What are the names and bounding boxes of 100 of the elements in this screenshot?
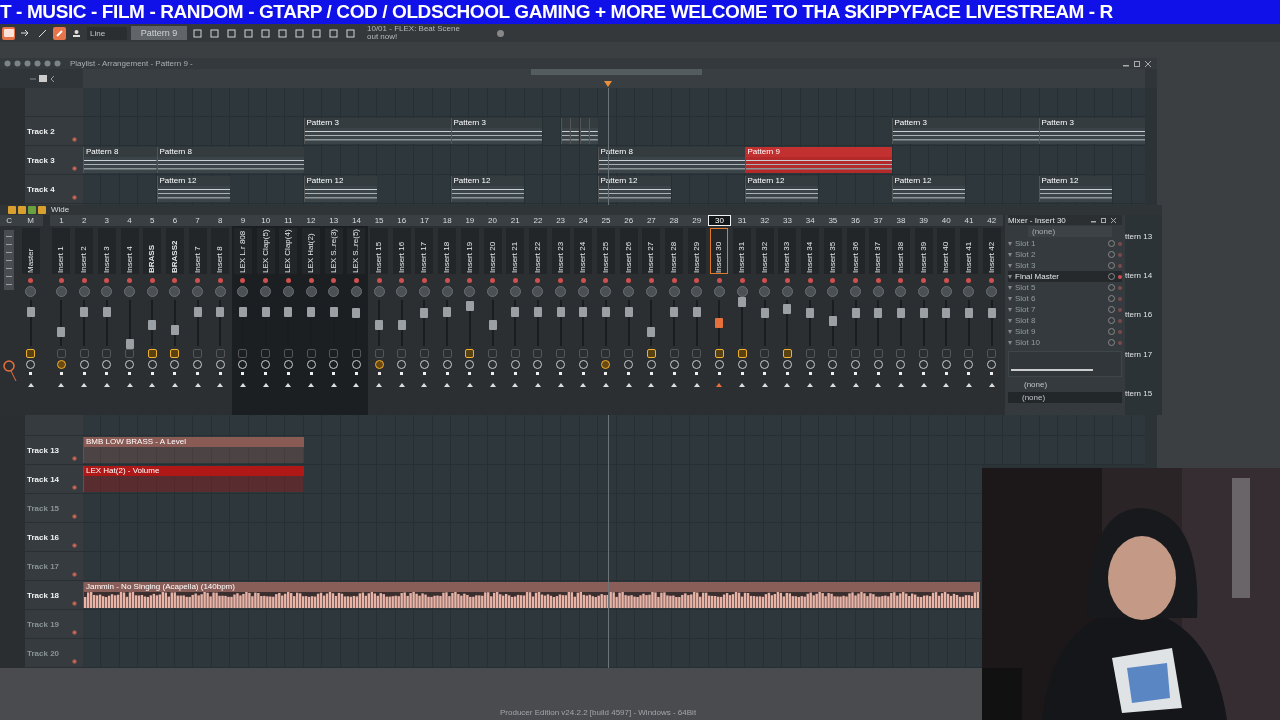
mute-led[interactable] bbox=[898, 278, 904, 283]
mixer-strip[interactable]: 14 LEX S..re(5) bbox=[345, 215, 368, 415]
fader-thumb[interactable] bbox=[375, 320, 384, 331]
strip-name-box[interactable]: Insert 7 bbox=[188, 228, 207, 274]
strip-name-box[interactable]: Insert 17 bbox=[415, 228, 434, 274]
arm-toggle[interactable] bbox=[556, 349, 566, 358]
arm-toggle[interactable] bbox=[964, 349, 974, 358]
mute-led[interactable] bbox=[467, 278, 473, 283]
pan-knob[interactable] bbox=[418, 286, 430, 297]
mute-led[interactable] bbox=[989, 278, 995, 283]
effect-slot[interactable]: Slot 10 bbox=[1008, 337, 1122, 348]
strip-name-box[interactable]: LEX Clap(5) bbox=[256, 228, 275, 274]
strip-name-box[interactable]: Insert 37 bbox=[869, 228, 888, 274]
arm-toggle[interactable] bbox=[283, 349, 293, 358]
fader-thumb[interactable] bbox=[488, 320, 497, 331]
arm-toggle[interactable] bbox=[465, 349, 475, 358]
strip-name-box[interactable]: Insert 39 bbox=[914, 228, 933, 274]
mixer-strip[interactable]: 11 LEX Clap(4) bbox=[277, 215, 300, 415]
fader-thumb[interactable] bbox=[193, 306, 202, 317]
strip-name-box[interactable]: Insert 18 bbox=[438, 228, 457, 274]
fader-thumb[interactable] bbox=[238, 306, 247, 317]
pan-knob[interactable] bbox=[986, 286, 998, 297]
mute-led[interactable] bbox=[966, 278, 972, 283]
mute-led[interactable] bbox=[217, 278, 223, 283]
fader-thumb[interactable] bbox=[760, 307, 769, 318]
arm-toggle[interactable] bbox=[987, 349, 997, 358]
track-header[interactable]: Track 19 bbox=[25, 610, 83, 639]
pattern-clip[interactable] bbox=[579, 118, 589, 144]
arm-toggle[interactable] bbox=[646, 349, 656, 358]
mute-indicator[interactable] bbox=[72, 195, 77, 200]
maximize-icon[interactable] bbox=[1101, 217, 1106, 223]
strip-name-box[interactable]: Insert 8 bbox=[211, 228, 230, 274]
arm-toggle[interactable] bbox=[147, 349, 157, 358]
arm-toggle[interactable] bbox=[215, 349, 225, 358]
fader-thumb[interactable] bbox=[647, 327, 656, 338]
caret-icon[interactable] bbox=[1008, 274, 1012, 279]
mute-led[interactable] bbox=[172, 278, 178, 283]
track-header[interactable]: Track 18 bbox=[25, 581, 83, 610]
pan-knob[interactable] bbox=[169, 286, 181, 297]
mute-led[interactable] bbox=[921, 278, 927, 283]
fader-thumb[interactable] bbox=[216, 306, 225, 317]
fader-thumb[interactable] bbox=[170, 324, 179, 335]
mute-led[interactable] bbox=[149, 278, 155, 283]
fader-thumb[interactable] bbox=[102, 306, 111, 317]
track-header[interactable]: Track 20 bbox=[25, 639, 83, 668]
mute-indicator[interactable] bbox=[72, 659, 77, 664]
arm-toggle[interactable] bbox=[896, 349, 906, 358]
strip-name-box[interactable]: Insert 20 bbox=[483, 228, 502, 274]
pan-knob[interactable] bbox=[101, 286, 113, 297]
strip-name-box[interactable]: Insert 22 bbox=[528, 228, 547, 274]
pan-knob[interactable] bbox=[623, 286, 635, 297]
fader-thumb[interactable] bbox=[942, 307, 951, 318]
arm-toggle[interactable] bbox=[125, 349, 135, 358]
mute-led[interactable] bbox=[28, 278, 34, 283]
mute-indicator[interactable] bbox=[72, 514, 77, 519]
fader-thumb[interactable] bbox=[57, 327, 66, 338]
mute-led[interactable] bbox=[104, 278, 110, 283]
strip-name-box[interactable]: Insert 41 bbox=[959, 228, 978, 274]
fader-thumb[interactable] bbox=[307, 306, 316, 317]
fader-thumb[interactable] bbox=[261, 306, 270, 317]
caret-icon[interactable] bbox=[1008, 329, 1012, 334]
mute-led[interactable] bbox=[512, 278, 518, 283]
arm-toggle[interactable] bbox=[737, 349, 747, 358]
preset-field[interactable]: (none) bbox=[1028, 226, 1112, 237]
pan-knob[interactable] bbox=[282, 286, 294, 297]
pan-knob[interactable] bbox=[963, 286, 975, 297]
pan-knob[interactable] bbox=[260, 286, 272, 297]
pan-knob[interactable] bbox=[464, 286, 476, 297]
strip-name-box[interactable]: Insert 26 bbox=[619, 228, 638, 274]
arm-toggle[interactable] bbox=[760, 349, 770, 358]
mute-led[interactable] bbox=[875, 278, 881, 283]
fader-thumb[interactable] bbox=[851, 307, 860, 318]
fader-thumb[interactable] bbox=[828, 315, 837, 326]
strip-name-box[interactable]: Insert 40 bbox=[937, 228, 956, 274]
strip-name-box[interactable]: Insert 24 bbox=[574, 228, 593, 274]
pattern-selector[interactable]: Pattern 9 bbox=[131, 26, 187, 40]
pan-knob[interactable] bbox=[577, 286, 589, 297]
mute-indicator[interactable] bbox=[72, 485, 77, 490]
strip-name-box[interactable]: LEX L.r 808 bbox=[233, 228, 252, 274]
fader-thumb[interactable] bbox=[715, 318, 724, 328]
mute-led[interactable] bbox=[603, 278, 609, 283]
fader-thumb[interactable] bbox=[556, 306, 565, 317]
arm-toggle[interactable] bbox=[397, 349, 407, 358]
caret-icon[interactable] bbox=[1008, 296, 1012, 301]
track-header[interactable]: Track 16 bbox=[25, 523, 83, 552]
pan-knob[interactable] bbox=[940, 286, 952, 297]
pan-knob[interactable] bbox=[305, 286, 317, 297]
mute-led[interactable] bbox=[308, 278, 314, 283]
fader-thumb[interactable] bbox=[148, 320, 157, 331]
fader-thumb[interactable] bbox=[125, 338, 134, 349]
mute-led[interactable] bbox=[716, 278, 722, 283]
mute-led[interactable] bbox=[694, 278, 700, 283]
effect-slot[interactable]: Slot 8 bbox=[1008, 315, 1122, 326]
fader-thumb[interactable] bbox=[80, 306, 89, 317]
mute-indicator[interactable] bbox=[72, 456, 77, 461]
caret-icon[interactable] bbox=[1008, 318, 1012, 323]
fader-thumb[interactable] bbox=[511, 306, 520, 317]
mute-led[interactable] bbox=[285, 278, 291, 283]
mute-led[interactable] bbox=[376, 278, 382, 283]
fader-thumb[interactable] bbox=[896, 307, 905, 318]
